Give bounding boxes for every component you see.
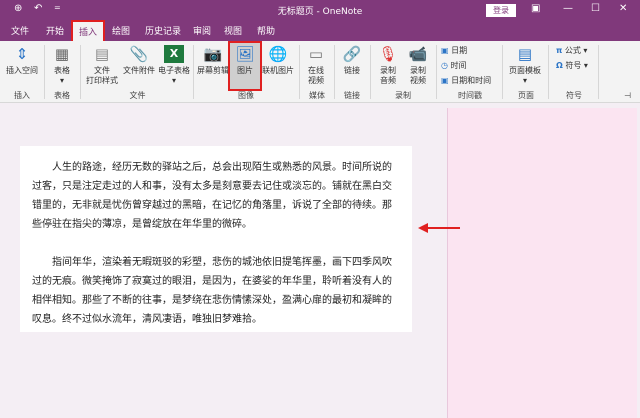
divider (193, 45, 194, 99)
page-template-icon: ▤ (517, 45, 533, 63)
pictures-label: 图片 (237, 66, 253, 75)
tab-view[interactable]: 视图 (224, 24, 242, 37)
tab-home[interactable]: 开始 (46, 24, 64, 37)
pictures-button[interactable]: 🖼 图片 (228, 41, 262, 91)
group-label-insert: 插入 (14, 91, 30, 100)
file-attachment-label: 文件附件 (123, 66, 155, 75)
red-arrow-annotation (418, 223, 460, 233)
divider (80, 45, 81, 99)
symbol-label: 符号 (565, 61, 582, 70)
screen-clipping-label: 屏幕剪辑 (197, 66, 229, 75)
date-time-label: 日期和时间 (451, 76, 492, 85)
ribbon-tabs: 文件 开始 插入 绘图 历史记录 审阅 视图 帮助 (0, 20, 640, 43)
date-time-button[interactable]: ▣ 日期和时间 (441, 75, 491, 86)
table-label: 表格 (54, 66, 70, 75)
ribbon: ⇕ 插入空间 ▦ 表格 ▾ ▤ 文件 打印样式 📎 文件附件 X 电子表格 ▾ 📷 屏幕剪辑 🖼… (0, 41, 640, 103)
tab-help[interactable]: 帮助 (257, 24, 275, 37)
pin-ribbon-icon[interactable]: ⊣ (624, 91, 631, 100)
record-audio-button[interactable]: 🎙 录制 音频 (374, 43, 402, 86)
ribbon-display-icon[interactable]: ▣ (531, 3, 540, 14)
insert-space-label: 插入空间 (6, 66, 38, 75)
excel-icon: X (164, 45, 184, 63)
paperclip-icon: 📎 (129, 45, 149, 63)
online-video-label: 在线 视频 (308, 66, 324, 85)
online-picture-icon: 🌐 (268, 45, 288, 63)
equation-label: 公式 (564, 46, 581, 55)
divider (370, 45, 371, 99)
tab-insert[interactable]: 插入 (70, 20, 106, 43)
group-label-media: 媒体 (309, 91, 325, 100)
link-label: 链接 (344, 66, 360, 75)
tab-review[interactable]: 审阅 (193, 24, 211, 37)
pi-icon: π (556, 46, 563, 55)
spreadsheet-button[interactable]: X 电子表格 ▾ (157, 43, 191, 86)
date-label: 日期 (451, 46, 468, 55)
microphone-icon: 🎙 (378, 45, 398, 63)
divider (334, 45, 335, 99)
file-printout-button[interactable]: ▤ 文件 打印样式 (84, 43, 120, 86)
group-label-timestamp: 时间戳 (458, 91, 482, 100)
group-label-recording: 录制 (395, 91, 411, 100)
group-label-links: 链接 (344, 91, 360, 100)
equation-button[interactable]: π 公式 ▾ (556, 45, 587, 56)
clock-icon: ◷ (441, 61, 448, 70)
page-templates-label: 页面模板 (509, 66, 541, 75)
page-list-pane[interactable] (447, 108, 637, 418)
maximize-icon[interactable]: ☐ (591, 3, 600, 14)
title-bar: ⊕ ↶ = 无标题页 - OneNote 登录 ▣ — ☐ ✕ (0, 0, 640, 20)
spreadsheet-label: 电子表格 (158, 66, 190, 75)
table-icon: ▦ (54, 45, 70, 63)
note-paragraph[interactable]: 指间年华，渲染着无暇斑驳的彩塑，悲伤的城池依旧提笔挥墨，画下四季风吹过的无痕。微… (32, 253, 400, 329)
group-label-tables: 表格 (54, 91, 70, 100)
tab-history[interactable]: 历史记录 (145, 24, 181, 37)
time-label: 时间 (450, 61, 467, 70)
insert-space-button[interactable]: ⇕ 插入空间 (4, 43, 40, 76)
link-button[interactable]: 🔗 链接 (338, 43, 366, 76)
time-button[interactable]: ◷ 时间 (441, 60, 467, 71)
video-camera-icon: 📹 (408, 45, 428, 63)
record-video-label: 录制 视频 (410, 66, 426, 85)
screen-clipping-button[interactable]: 📷 屏幕剪辑 (197, 43, 229, 76)
divider (299, 45, 300, 99)
online-pictures-button[interactable]: 🌐 联机图片 (262, 43, 294, 76)
picture-icon: 🖼 (235, 45, 255, 63)
login-button[interactable]: 登录 (486, 4, 516, 17)
note-paragraph[interactable]: 人生的路途，经历无数的驿站之后，总会出现陌生或熟悉的风景。时间所说的过客，只是注… (32, 158, 400, 234)
calendar-icon: ▣ (441, 46, 449, 55)
divider (44, 45, 45, 99)
file-attachment-button[interactable]: 📎 文件附件 (120, 43, 158, 76)
record-audio-label: 录制 音频 (380, 66, 396, 85)
group-label-pages: 页面 (518, 91, 534, 100)
tab-draw[interactable]: 绘图 (112, 24, 130, 37)
link-icon: 🔗 (342, 45, 362, 63)
video-icon: ▭ (308, 45, 324, 63)
divider (502, 45, 503, 99)
symbol-button[interactable]: Ω 符号 ▾ (556, 60, 588, 71)
file-printout-label: 文件 打印样式 (86, 66, 118, 85)
divider (436, 45, 437, 99)
online-video-button[interactable]: ▭ 在线 视频 (303, 43, 329, 86)
page-templates-button[interactable]: ▤ 页面模板 ▾ (506, 43, 544, 86)
note-container[interactable]: 人生的路途，经历无数的驿站之后，总会出现陌生或熟悉的风景。时间所说的过客，只是注… (20, 146, 412, 332)
minimize-icon[interactable]: — (563, 3, 573, 14)
table-button[interactable]: ▦ 表格 ▾ (48, 43, 76, 86)
insert-space-icon: ⇕ (15, 45, 29, 63)
group-label-symbols: 符号 (566, 91, 582, 100)
group-label-images: 图像 (238, 91, 254, 100)
file-printout-icon: ▤ (94, 45, 110, 63)
omega-icon: Ω (556, 61, 563, 70)
divider (598, 45, 599, 99)
group-label-files: 文件 (129, 91, 146, 100)
record-video-button[interactable]: 📹 录制 视频 (404, 43, 432, 86)
close-icon[interactable]: ✕ (619, 3, 627, 14)
camera-icon: 📷 (203, 45, 223, 63)
calendar-clock-icon: ▣ (441, 76, 449, 85)
date-button[interactable]: ▣ 日期 (441, 45, 467, 56)
online-pictures-label: 联机图片 (262, 66, 294, 75)
tab-file[interactable]: 文件 (11, 24, 29, 37)
window-title: 无标题页 - OneNote (277, 7, 363, 17)
divider (548, 45, 549, 99)
